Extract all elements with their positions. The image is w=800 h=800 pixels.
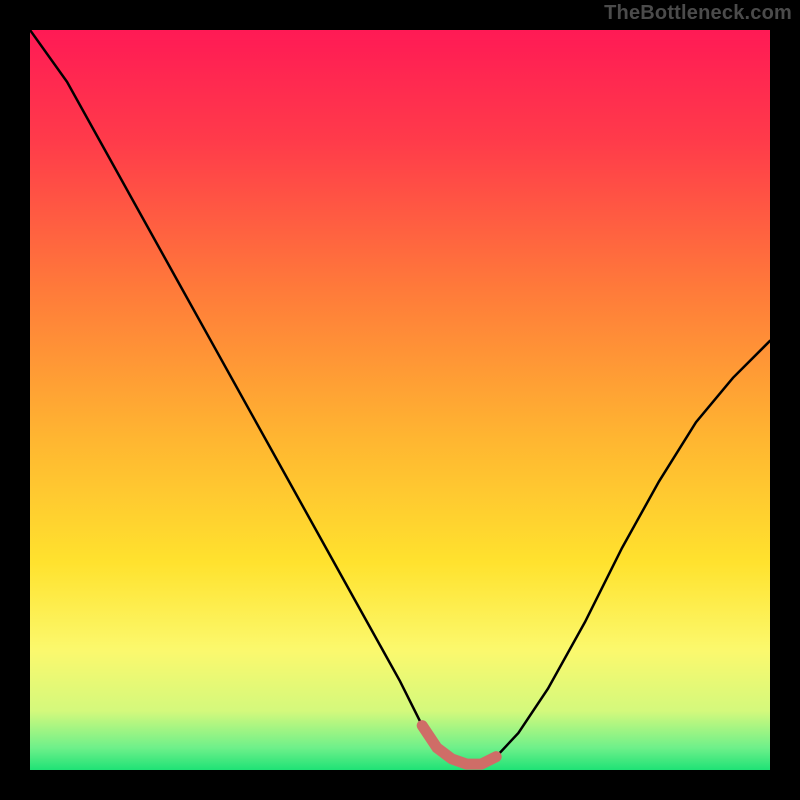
chart-frame: TheBottleneck.com <box>0 0 800 800</box>
chart-svg <box>30 30 770 770</box>
watermark-label: TheBottleneck.com <box>604 2 792 25</box>
plot-area <box>30 30 770 770</box>
gradient-background <box>30 30 770 770</box>
